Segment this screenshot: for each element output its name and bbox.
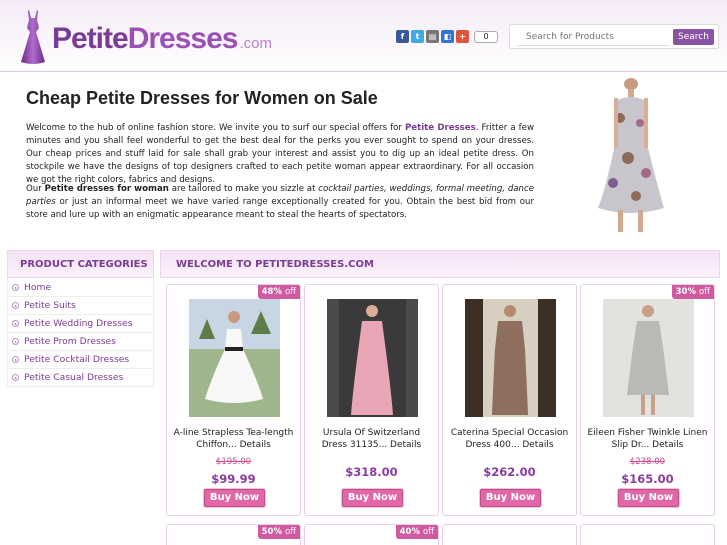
sidebar-item-petite-suits[interactable]: Petite Suits bbox=[8, 297, 153, 315]
details-link[interactable]: Details bbox=[652, 440, 683, 450]
search-box: Search bbox=[509, 24, 719, 49]
buy-now-button[interactable]: Buy Now bbox=[480, 489, 541, 507]
product-name[interactable]: Eileen Fisher Twinkle Linen Slip Dr... D… bbox=[585, 427, 710, 451]
logo-word-2: Dresses bbox=[127, 22, 239, 55]
sidebar-item-label: Petite Prom Dresses bbox=[24, 336, 116, 347]
product-price: $165.00 bbox=[621, 472, 674, 486]
product-card: 30% off Eileen Fisher Twinkle Linen Slip… bbox=[580, 284, 715, 516]
welcome-heading: WELCOME TO PETITEDRESSES.COM bbox=[160, 250, 720, 278]
discount-badge: 48% off bbox=[257, 285, 300, 299]
logo-wordmark: PetiteDresses .com bbox=[52, 22, 272, 56]
dress-logo-icon bbox=[21, 10, 45, 64]
arrow-bullet-icon bbox=[12, 356, 19, 363]
social-share-bar: f t ▤ ◧ + 0 bbox=[396, 30, 498, 43]
product-name[interactable]: Ursula Of Switzerland Dress 31135... Det… bbox=[309, 427, 434, 451]
product-categories: PRODUCT CATEGORIES Home Petite Suits Pet… bbox=[7, 250, 154, 388]
sidebar-item-label: Petite Wedding Dresses bbox=[24, 318, 133, 329]
product-price: $262.00 bbox=[483, 465, 536, 479]
discount-percent: 40% bbox=[399, 527, 420, 537]
google-plus-icon[interactable]: + bbox=[456, 30, 469, 43]
product-image[interactable] bbox=[189, 299, 280, 417]
discount-percent: 50% bbox=[261, 527, 282, 537]
search-button[interactable]: Search bbox=[673, 29, 714, 45]
product-price: $99.99 bbox=[211, 472, 256, 486]
intro-bold-text: Petite dresses for woman bbox=[44, 184, 169, 194]
product-name[interactable]: A-line Strapless Tea-length Chiffon... D… bbox=[171, 427, 296, 451]
facebook-icon[interactable]: f bbox=[396, 30, 409, 43]
site-header: PetiteDresses .com f t ▤ ◧ + 0 Search bbox=[0, 0, 727, 72]
sidebar-item-label: Home bbox=[24, 282, 52, 293]
intro-paragraph-2: Our Petite dresses for woman are tailore… bbox=[26, 183, 534, 222]
intro-link-petite-dresses[interactable]: Petite Dresses bbox=[405, 123, 476, 133]
hero-dress-image bbox=[588, 78, 674, 236]
search-input[interactable] bbox=[517, 29, 669, 46]
sidebar-item-label: Petite Cocktail Dresses bbox=[24, 354, 130, 365]
page-title: Cheap Petite Dresses for Women on Sale bbox=[26, 88, 378, 108]
details-link[interactable]: Details bbox=[240, 440, 271, 450]
old-price: $195.00 bbox=[215, 457, 252, 467]
product-image[interactable] bbox=[465, 299, 556, 417]
arrow-bullet-icon bbox=[12, 374, 19, 381]
discount-off-label: off bbox=[284, 527, 296, 537]
sidebar-item-home[interactable]: Home bbox=[8, 279, 153, 297]
discount-badge: 40% off bbox=[395, 525, 438, 539]
discount-badge: 50% off bbox=[257, 525, 300, 539]
site-logo[interactable]: PetiteDresses .com bbox=[14, 6, 272, 68]
product-card: 40% off bbox=[304, 524, 439, 545]
product-name[interactable]: Caterina Special Occasion Dress 400... D… bbox=[447, 427, 572, 451]
product-card bbox=[580, 524, 715, 545]
product-title: Eileen Fisher Twinkle Linen Slip Dr... bbox=[587, 428, 708, 450]
twitter-icon[interactable]: t bbox=[411, 30, 424, 43]
product-card: Caterina Special Occasion Dress 400... D… bbox=[442, 284, 577, 516]
product-card: 50% off bbox=[166, 524, 301, 545]
sidebar-item-wedding-dresses[interactable]: Petite Wedding Dresses bbox=[8, 315, 153, 333]
product-price: $318.00 bbox=[345, 465, 398, 479]
arrow-bullet-icon bbox=[12, 338, 19, 345]
sidebar-item-label: Petite Suits bbox=[24, 300, 76, 311]
discount-off-label: off bbox=[284, 287, 296, 297]
sidebar-item-casual-dresses[interactable]: Petite Casual Dresses bbox=[8, 369, 153, 387]
discount-badge: 30% off bbox=[671, 285, 714, 299]
sidebar-item-prom-dresses[interactable]: Petite Prom Dresses bbox=[8, 333, 153, 351]
arrow-bullet-icon bbox=[12, 284, 19, 291]
intro-text: Our bbox=[26, 184, 45, 194]
old-price: $238.00 bbox=[629, 457, 666, 467]
intro-paragraph-1: Welcome to the hub of online fashion sto… bbox=[26, 122, 534, 187]
product-card: 48% off A-line Strapless Tea-length Chif… bbox=[166, 284, 301, 516]
buy-now-button[interactable]: Buy Now bbox=[342, 489, 403, 507]
details-link[interactable]: Details bbox=[390, 440, 421, 450]
details-link[interactable]: Details bbox=[522, 440, 553, 450]
share-count: 0 bbox=[474, 30, 498, 43]
sidebar-item-label: Petite Casual Dresses bbox=[24, 372, 124, 383]
product-title: A-line Strapless Tea-length Chiffon... bbox=[173, 428, 294, 450]
arrow-bullet-icon bbox=[12, 302, 19, 309]
logo-word-1: Petite bbox=[52, 22, 129, 55]
product-card bbox=[442, 524, 577, 545]
buy-now-button[interactable]: Buy Now bbox=[618, 489, 679, 507]
product-card: Ursula Of Switzerland Dress 31135... Det… bbox=[304, 284, 439, 516]
print-icon[interactable]: ▤ bbox=[426, 30, 439, 43]
logo-tld: .com bbox=[239, 35, 272, 52]
sidebar-item-cocktail-dresses[interactable]: Petite Cocktail Dresses bbox=[8, 351, 153, 369]
delicious-icon[interactable]: ◧ bbox=[441, 30, 454, 43]
categories-list: Home Petite Suits Petite Wedding Dresses… bbox=[7, 278, 154, 387]
arrow-bullet-icon bbox=[12, 320, 19, 327]
product-image[interactable] bbox=[603, 299, 694, 417]
buy-now-button[interactable]: Buy Now bbox=[204, 489, 265, 507]
discount-percent: 48% bbox=[261, 287, 282, 297]
discount-off-label: off bbox=[422, 527, 434, 537]
intro-text: Welcome to the hub of online fashion sto… bbox=[26, 123, 405, 133]
intro-text: or just an informal meet we have varied … bbox=[26, 197, 534, 220]
discount-percent: 30% bbox=[675, 287, 696, 297]
intro-text: are tailored to make you sizzle at bbox=[168, 184, 319, 194]
categories-title: PRODUCT CATEGORIES bbox=[7, 250, 154, 278]
product-image[interactable] bbox=[327, 299, 418, 417]
discount-off-label: off bbox=[698, 287, 710, 297]
